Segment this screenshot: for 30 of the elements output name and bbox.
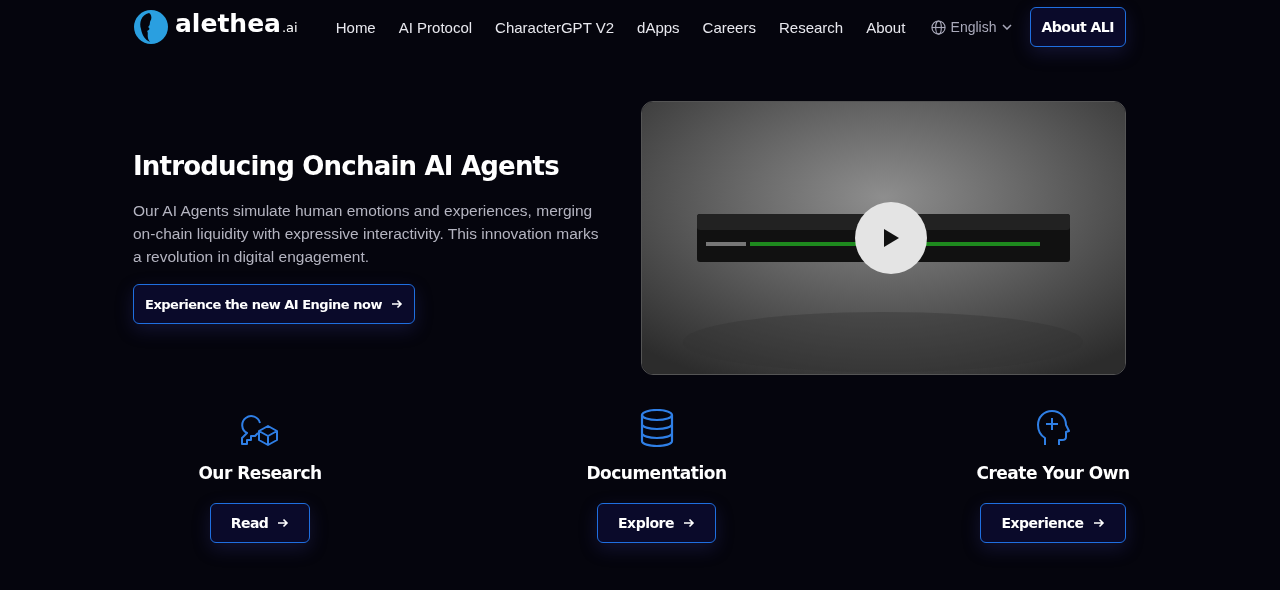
logo-text: alethea [175,9,281,38]
globe-icon [930,19,946,35]
nav-link[interactable]: CharacterGPT V2 [495,18,615,36]
feature-button[interactable]: Explore [597,503,716,543]
nav-link[interactable]: About [866,18,906,36]
nav-link[interactable]: AI Protocol [398,18,473,36]
nav-link[interactable]: Careers [702,18,756,36]
arrow-right-icon [683,518,695,528]
about-ali-button[interactable]: About ALI [1029,7,1126,47]
experience-engine-button[interactable]: Experience the new AI Engine now [133,284,415,324]
play-icon [881,228,900,248]
hero-title: Introducing Onchain AI Agents [133,151,560,181]
hero-description: Our AI Agents simulate human emotions and experiences, merging on-chain liquidity with expressive interactivity. This innovation marks a revolution in digital engagement. [133,201,600,267]
database-icon [639,409,674,447]
feature-title: Create Your Own [976,463,1130,483]
language-selector[interactable]: English [930,19,1012,35]
arrow-right-icon [278,518,290,528]
chevron-down-icon [1001,24,1012,30]
arrow-right-icon [391,299,403,309]
nav-link[interactable]: Home [335,18,376,36]
logo-icon [133,9,169,45]
feature-title: Our Research [198,463,322,483]
feature-button[interactable]: Read [209,503,311,543]
feature-title: Documentation [586,463,727,483]
feature-button[interactable]: Experience [980,503,1126,543]
arrow-right-icon [1093,518,1105,528]
nav-link[interactable]: dApps [637,18,680,36]
logo-suffix: .ai [282,20,298,35]
nav-link[interactable]: Research [778,18,844,36]
head-plus-icon [1036,409,1070,447]
